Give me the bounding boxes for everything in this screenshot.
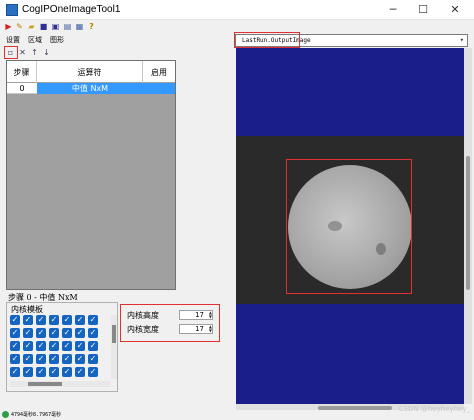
kernel-checkbox[interactable]: ✓ [10,315,20,325]
kernel-checkbox[interactable]: ✓ [62,354,72,364]
menu-settings[interactable]: 设置 [6,35,20,45]
kernel-checkbox[interactable]: ✓ [62,367,72,377]
kernel-checkbox[interactable]: ✓ [49,315,59,325]
kernel-checkbox[interactable]: ✓ [36,341,46,351]
kernel-checkbox[interactable]: ✓ [88,354,98,364]
kernel-horizontal-scroll-thumb[interactable] [28,382,62,386]
kernel-vertical-scroll-thumb[interactable] [112,325,116,343]
move-up-icon[interactable]: ↑ [30,48,39,57]
kernel-checkbox[interactable]: ✓ [23,354,33,364]
kernel-checkbox[interactable]: ✓ [49,367,59,377]
kernel-horizontal-scrollbar[interactable] [10,381,110,387]
kernel-width-stepper[interactable]: ▲ ▼ [205,325,212,333]
kernel-checkbox[interactable]: ✓ [88,341,98,351]
kernel-checkbox[interactable]: ✓ [75,354,85,364]
grid-icon[interactable]: ▦ [75,22,84,31]
grid-header: 步骤 运算符 启用 [7,61,175,83]
help-icon[interactable]: ? [87,22,96,31]
kernel-height-input[interactable]: 17 ▲ ▼ [179,310,213,320]
open-folder-icon[interactable]: ▰ [27,22,36,31]
kernel-vertical-scrollbar[interactable] [111,315,117,379]
title-bar: CogIPOneImageTool1 ─ ☐ ✕ [0,0,474,20]
row-step: 0 [19,84,25,93]
kernel-height-stepper[interactable]: ▲ ▼ [205,311,212,319]
row-operator[interactable]: 中值 NxM [37,83,143,94]
kernel-checkbox[interactable]: ✓ [75,341,85,351]
kernel-height-label: 内核高度 [127,311,159,320]
kernel-checkbox[interactable]: ✓ [23,315,33,325]
minimize-button[interactable]: ─ [378,2,408,18]
kernel-checkbox[interactable]: ✓ [75,315,85,325]
kernel-checkbox[interactable]: ✓ [88,315,98,325]
window-title: CogIPOneImageTool1 [22,4,121,15]
highlight-image-selector [234,32,300,48]
kernel-checkbox[interactable]: ✓ [75,367,85,377]
kernel-checkbox[interactable]: ✓ [10,354,20,364]
status-timing-text: 4794毫秒8.7967毫秒 [11,412,62,418]
highlight-add-button [4,46,18,59]
column-step[interactable]: 步骤 [7,61,37,83]
kernel-checkbox[interactable]: ✓ [62,341,72,351]
kernel-template-title: 内核模板 [11,305,43,314]
image-icon[interactable]: ▤ [63,22,72,31]
kernel-checkbox[interactable]: ✓ [10,367,20,377]
save-icon[interactable]: ■ [39,22,48,31]
kernel-checkbox-grid: ✓ ✓ ✓ ✓ ✓ ✓ ✓ ✓ ✓ ✓ ✓ ✓ ✓ ✓ ✓ ✓ ✓ ✓ ✓ ✓ ✓ ✓ ✓ ✓ ✓ ✓ ✓ ✓ ✓ ✓ ✓ ✓ ✓ ✓ ✓ [10,315,110,379]
kernel-checkbox[interactable]: ✓ [36,367,46,377]
kernel-checkbox[interactable]: ✓ [36,328,46,338]
watermark: CSDN @heyheyhey_ [398,405,470,413]
operator-grid: 步骤 运算符 启用 0 中值 NxM [6,60,176,290]
kernel-checkbox[interactable]: ✓ [10,328,20,338]
kernel-checkbox[interactable]: ✓ [10,341,20,351]
kernel-height-value: 17 [195,311,204,319]
maximize-button[interactable]: ☐ [408,2,438,18]
kernel-checkbox[interactable]: ✓ [75,328,85,338]
status-ok-icon [2,411,9,418]
kernel-checkbox[interactable]: ✓ [88,367,98,377]
menu-graphics[interactable]: 图形 [50,35,64,45]
kernel-checkbox[interactable]: ✓ [36,354,46,364]
close-button[interactable]: ✕ [440,2,470,18]
kernel-template-panel: 内核模板 ✓ ✓ ✓ ✓ ✓ ✓ ✓ ✓ ✓ ✓ ✓ ✓ ✓ ✓ ✓ ✓ ✓ ✓ ✓ ✓ ✓ ✓ ✓ ✓ ✓ ✓ ✓ ✓ ✓ ✓ ✓ ✓ ✓ ✓ ✓ [6,302,118,392]
kernel-width-label: 内核宽度 [127,325,159,334]
kernel-checkbox[interactable]: ✓ [49,354,59,364]
kernel-checkbox[interactable]: ✓ [23,328,33,338]
save-as-icon[interactable]: ▣ [51,22,60,31]
kernel-checkbox[interactable]: ✓ [49,328,59,338]
kernel-checkbox[interactable]: ✓ [88,328,98,338]
image-display[interactable] [236,48,464,404]
app-icon [6,4,18,16]
column-enabled[interactable]: 启用 [143,61,175,83]
kernel-checkbox[interactable]: ✓ [62,315,72,325]
image-vertical-scroll-thumb[interactable] [466,156,470,290]
row-enabled[interactable] [143,83,175,94]
column-operator[interactable]: 运算符 [37,61,143,83]
table-row[interactable]: 0 中值 NxM [7,83,175,94]
pencil-icon[interactable]: ✎ [15,22,24,31]
kernel-checkbox[interactable]: ✓ [49,341,59,351]
kernel-checkbox[interactable]: ✓ [62,328,72,338]
menu-bar: 设置 区域 图形 [0,34,233,47]
delete-operator-icon[interactable]: ✕ [18,48,27,57]
kernel-checkbox[interactable]: ✓ [23,367,33,377]
kernel-width-value: 17 [195,325,204,333]
menu-region[interactable]: 区域 [28,35,42,45]
kernel-checkbox[interactable]: ✓ [36,315,46,325]
kernel-checkbox[interactable]: ✓ [23,341,33,351]
region-of-interest-box[interactable] [286,159,412,294]
chevron-down-icon[interactable]: ▾ [460,35,464,46]
move-down-icon[interactable]: ↓ [42,48,51,57]
kernel-width-input[interactable]: 17 ▲ ▼ [179,324,213,334]
run-icon[interactable]: ▶ [4,22,13,31]
image-vertical-scrollbar[interactable] [464,48,472,404]
kernel-size-panel: 内核高度 17 ▲ ▼ 内核宽度 17 ▲ ▼ [120,304,220,342]
